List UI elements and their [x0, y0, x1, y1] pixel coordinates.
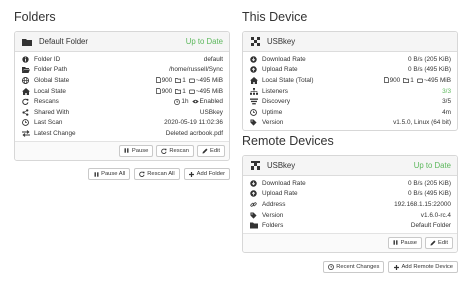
clock-icon	[174, 98, 181, 105]
folder-status-badge: Up to Date	[185, 37, 223, 46]
row-folders: Folders Default Folder	[249, 220, 451, 231]
history-icon	[328, 264, 335, 270]
rescan-all-button[interactable]: Rescan All	[134, 168, 180, 180]
folder-actions: Pause Rescan Edit	[15, 140, 229, 160]
row-address: Address 192.168.1.15:22000	[249, 199, 451, 210]
download-icon	[249, 55, 258, 63]
row-upload-rate: Upload Rate 0 B/s (495 KiB)	[249, 189, 451, 200]
row-last-scan: Last Scan 2020-05-19 11:02:36	[21, 118, 223, 129]
pencil-icon	[430, 240, 436, 246]
row-download-rate: Download Rate 0 B/s (205 KiB)	[249, 178, 451, 189]
remote-devices-heading: Remote Devices	[242, 134, 334, 148]
hdd-icon	[188, 89, 195, 94]
pause-icon	[393, 240, 399, 246]
row-local-state: Local State 900 1 ~495 MiB	[21, 86, 223, 97]
row-local-state-total: Local State (Total) 900 1 ~495 MiB	[249, 75, 451, 86]
this-device-header[interactable]: USBkey	[243, 32, 457, 52]
refresh-icon	[139, 171, 145, 177]
folder-icon	[21, 37, 33, 47]
row-upload-rate: Upload Rate 0 B/s (495 KiB)	[249, 65, 451, 76]
tag-icon	[249, 211, 258, 219]
home-icon	[21, 87, 30, 95]
upload-icon	[249, 190, 258, 198]
device-global-actions: Recent Changes Add Remote Device	[323, 261, 458, 273]
file-icon	[155, 77, 161, 84]
add-remote-device-button[interactable]: Add Remote Device	[388, 261, 458, 273]
rescan-folder-button[interactable]: Rescan	[156, 144, 194, 157]
file-icon	[155, 88, 161, 94]
folder-panel: Default Folder Up to Date Folder ID defa…	[14, 31, 230, 161]
pause-device-button[interactable]: Pause	[387, 236, 422, 249]
row-folder-path: Folder Path /home/russell/Sync	[21, 65, 223, 76]
clock-icon	[249, 108, 258, 116]
folder-icon	[249, 222, 258, 230]
pause-all-button[interactable]: Pause All	[88, 168, 131, 180]
row-discovery: Discovery 3/5	[249, 96, 451, 107]
plus-icon	[393, 264, 399, 270]
file-icon	[383, 77, 389, 84]
remote-device-panel: USBkey Up to Date Download Rate 0 B/s (2…	[242, 155, 458, 253]
folders-heading: Folders	[14, 10, 56, 24]
share-icon	[21, 108, 30, 116]
folder-open-icon	[21, 66, 30, 74]
link-icon	[249, 200, 258, 208]
clock-icon	[21, 119, 30, 127]
pause-icon	[93, 171, 99, 177]
row-global-state: Global State 900 1 ~495 MiB	[21, 75, 223, 86]
eye-icon	[191, 99, 199, 104]
plus-icon	[189, 171, 195, 177]
this-device-heading: This Device	[242, 10, 308, 24]
folder-panel-header[interactable]: Default Folder Up to Date	[15, 32, 229, 52]
pencil-icon	[202, 148, 208, 154]
folder-details: Folder ID default Folder Path /home/russ…	[15, 52, 229, 141]
hdd-icon	[416, 78, 423, 83]
pause-folder-button[interactable]: Pause	[118, 144, 154, 157]
hdd-icon	[188, 78, 195, 83]
remote-device-title: USBkey	[267, 161, 296, 170]
add-folder-button[interactable]: Add Folder	[183, 168, 230, 180]
upload-icon	[249, 66, 258, 74]
device-identicon	[249, 161, 261, 171]
globe-icon	[21, 76, 30, 84]
edit-folder-button[interactable]: Edit	[197, 144, 225, 157]
remote-device-status-badge: Up to Date	[413, 161, 451, 170]
download-icon	[249, 179, 258, 187]
row-uptime: Uptime 4m	[249, 107, 451, 118]
row-listeners: Listeners 3/3	[249, 86, 451, 97]
folder-outline-icon	[175, 78, 182, 83]
this-device-panel: USBkey Download Rate 0 B/s (205 KiB) Upl…	[242, 31, 458, 132]
row-version: Version v1.5.0, Linux (64 bit)	[249, 118, 451, 129]
folder-title: Default Folder	[39, 37, 88, 46]
row-folder-id: Folder ID default	[21, 54, 223, 65]
this-device-details: Download Rate 0 B/s (205 KiB) Upload Rat…	[243, 52, 457, 130]
pause-icon	[124, 148, 130, 154]
row-version: Version v1.6.0-rc.4	[249, 210, 451, 221]
folder-outline-icon	[403, 78, 410, 83]
device-identicon	[249, 37, 261, 47]
tag-icon	[249, 119, 258, 127]
folder-global-actions: Pause All Rescan All Add Folder	[88, 168, 230, 180]
remote-device-header[interactable]: USBkey Up to Date	[243, 156, 457, 176]
sitemap-icon	[249, 87, 258, 95]
refresh-icon	[21, 98, 30, 106]
row-latest-change: Latest Change Deleted acrbook.pdf	[21, 128, 223, 139]
info-icon	[21, 55, 30, 63]
recent-changes-button[interactable]: Recent Changes	[323, 261, 385, 273]
folder-outline-icon	[175, 88, 182, 94]
row-shared-with: Shared With USBkey	[21, 107, 223, 118]
row-rescans: Rescans 1h Enabled	[21, 96, 223, 107]
edit-device-button[interactable]: Edit	[425, 236, 453, 249]
discovery-icon	[249, 98, 258, 106]
remote-device-actions: Pause Edit	[243, 232, 457, 252]
row-download-rate: Download Rate 0 B/s (205 KiB)	[249, 54, 451, 65]
refresh-icon	[161, 148, 167, 154]
remote-device-details: Download Rate 0 B/s (205 KiB) Upload Rat…	[243, 176, 457, 233]
home-icon	[249, 76, 258, 84]
exchange-icon	[21, 129, 30, 137]
this-device-title: USBkey	[267, 37, 296, 46]
